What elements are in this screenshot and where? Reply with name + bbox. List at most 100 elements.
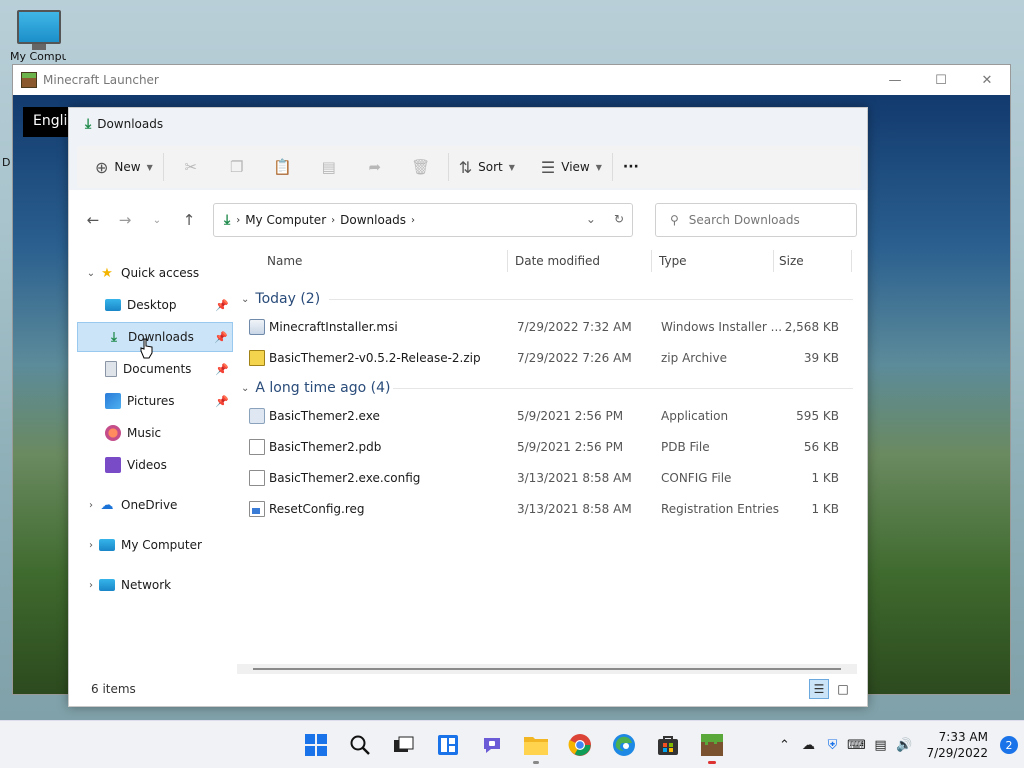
chrome-icon	[568, 734, 591, 756]
group-header-today[interactable]: ⌄ Today (2)	[241, 288, 320, 310]
star-icon: ★	[101, 265, 113, 281]
minecraft-launcher-taskbar-button[interactable]	[692, 725, 732, 765]
sidebar-item-quick-access[interactable]: ⌄ ★ Quick access	[77, 258, 233, 288]
column-header-type[interactable]: Type	[659, 246, 687, 276]
file-row[interactable]: BasicThemer2.exe 5/9/2021 2:56 PM Applic…	[249, 401, 849, 431]
column-header-name[interactable]: Name	[267, 246, 302, 276]
task-view-button[interactable]	[384, 725, 424, 765]
address-history-icon[interactable]: ⌄	[586, 212, 596, 226]
chevron-right-icon: ›	[89, 499, 93, 511]
pin-icon: 📌	[215, 394, 229, 408]
store-button[interactable]	[648, 725, 688, 765]
more-options-button[interactable]: ···	[617, 152, 645, 182]
desktop-icon-my-computer[interactable]: My Computer	[10, 10, 66, 72]
chevron-down-icon: ⌄	[241, 293, 250, 305]
application-file-icon	[249, 408, 265, 424]
tiles-view-icon[interactable]: □	[833, 679, 853, 699]
copy-icon[interactable]: ❐	[214, 152, 260, 182]
file-row[interactable]: BasicThemer2.exe.config 3/13/2021 8:58 A…	[249, 463, 849, 493]
view-button[interactable]: ☰ View ▼	[535, 152, 608, 182]
sidebar-item-videos[interactable]: Videos	[77, 450, 233, 480]
sidebar-item-downloads[interactable]: ⤓ Downloads 📌	[77, 322, 233, 352]
up-button[interactable]: ↑	[173, 205, 205, 235]
sidebar-item-music[interactable]: Music	[77, 418, 233, 448]
file-explorer-taskbar-button[interactable]	[516, 725, 556, 765]
security-shield-icon[interactable]: ⛨	[820, 738, 844, 753]
cloud-off-icon[interactable]: ☁	[796, 738, 820, 753]
search-placeholder: Search Downloads	[688, 213, 800, 227]
file-explorer-window: ⤓ Downloads ⊕ New ▼ ✂ ❐ 📋 ▤ ➦ 🗑 ⇅ Sort ▼…	[68, 107, 868, 707]
refresh-icon[interactable]: ↻	[614, 212, 624, 226]
minecraft-icon	[21, 72, 37, 88]
store-icon	[658, 736, 678, 755]
computer-icon	[99, 539, 115, 551]
task-view-icon	[394, 736, 414, 752]
address-bar[interactable]: ⤓ › My Computer › Downloads › ⌄ ↻	[213, 203, 633, 237]
explorer-titlebar: ⤓ Downloads	[69, 108, 867, 140]
sidebar-item-desktop[interactable]: Desktop 📌	[77, 290, 233, 320]
chevron-right-icon: ›	[331, 214, 336, 226]
close-button[interactable]: ✕	[964, 65, 1010, 95]
paste-icon[interactable]: 📋	[260, 152, 306, 182]
windows-logo-icon	[305, 734, 327, 756]
search-icon: ⚲	[670, 213, 679, 227]
file-list: Name Date modified Type Size ⌄ Today (2)…	[237, 246, 857, 676]
volume-icon[interactable]: 🔊	[892, 738, 916, 753]
widgets-button[interactable]	[428, 725, 468, 765]
column-header-date[interactable]: Date modified	[515, 246, 600, 276]
chrome-button[interactable]	[560, 725, 600, 765]
scrollbar-thumb[interactable]	[253, 668, 841, 670]
share-icon[interactable]: ➦	[352, 152, 398, 182]
file-row[interactable]: MinecraftInstaller.msi 7/29/2022 7:32 AM…	[249, 312, 849, 342]
clock-time: 7:33 AM	[938, 730, 988, 744]
chevron-right-icon: ›	[89, 579, 93, 591]
maximize-button[interactable]: ☐	[918, 65, 964, 95]
rename-icon[interactable]: ▤	[306, 152, 352, 182]
delete-icon[interactable]: 🗑	[398, 152, 444, 182]
keyboard-icon[interactable]: ⌨	[844, 738, 868, 753]
back-button[interactable]: ←	[77, 205, 109, 235]
new-button[interactable]: ⊕ New ▼	[89, 152, 159, 182]
cut-icon[interactable]: ✂	[168, 152, 214, 182]
sidebar-item-documents[interactable]: Documents 📌	[77, 354, 233, 384]
network-status-icon[interactable]: ▤	[868, 738, 892, 753]
chevron-up-icon[interactable]: ⌃	[772, 738, 796, 753]
sidebar-item-network[interactable]: › Network	[77, 570, 233, 600]
sidebar-item-my-computer[interactable]: › My Computer	[77, 530, 233, 560]
chat-button[interactable]	[472, 725, 512, 765]
search-input[interactable]: ⚲ Search Downloads	[655, 203, 857, 237]
registry-file-icon	[249, 501, 265, 517]
sort-icon: ⇅	[458, 157, 473, 177]
details-view-icon[interactable]: ☰	[809, 679, 829, 699]
breadcrumb-downloads[interactable]: Downloads	[340, 213, 406, 227]
sidebar-item-pictures[interactable]: Pictures 📌	[77, 386, 233, 416]
group-header-long-time-ago[interactable]: ⌄ A long time ago (4)	[241, 377, 390, 399]
forward-button[interactable]: →	[109, 205, 141, 235]
notification-badge[interactable]: 2	[1000, 736, 1018, 754]
column-header-size[interactable]: Size	[779, 246, 804, 276]
network-icon	[99, 579, 115, 591]
desktop-icon-label: My Computer	[10, 50, 66, 63]
file-row[interactable]: ResetConfig.reg 3/13/2021 8:58 AM Regist…	[249, 494, 849, 524]
breadcrumb-my-computer[interactable]: My Computer	[245, 213, 326, 227]
chevron-right-icon: ›	[236, 214, 241, 226]
search-icon	[350, 735, 370, 755]
taskbar-search-button[interactable]	[340, 725, 380, 765]
pin-icon: 📌	[215, 362, 229, 376]
chevron-right-icon: ›	[411, 214, 416, 226]
file-row[interactable]: BasicThemer2.pdb 5/9/2021 2:56 PM PDB Fi…	[249, 432, 849, 462]
edge-button[interactable]	[604, 725, 644, 765]
sort-button[interactable]: ⇅ Sort ▼	[453, 152, 521, 182]
recent-locations-button[interactable]: ⌄	[141, 205, 173, 235]
navigation-pane: ⌄ ★ Quick access Desktop 📌 ⤓ Downloads 📌…	[77, 258, 233, 678]
start-button[interactable]	[296, 725, 336, 765]
minimize-button[interactable]: —	[872, 65, 918, 95]
desktop-icon	[105, 299, 121, 311]
download-icon: ⤓	[111, 329, 117, 345]
file-row[interactable]: BasicThemer2-v0.5.2-Release-2.zip 7/29/2…	[249, 343, 849, 373]
clock[interactable]: 7:33 AM 7/29/2022	[926, 729, 988, 761]
chevron-down-icon: ⌄	[241, 382, 250, 394]
sidebar-item-onedrive[interactable]: › ☁ OneDrive	[77, 490, 233, 520]
download-icon: ⤓	[224, 212, 231, 228]
desktop-partial-label: D	[2, 156, 11, 169]
